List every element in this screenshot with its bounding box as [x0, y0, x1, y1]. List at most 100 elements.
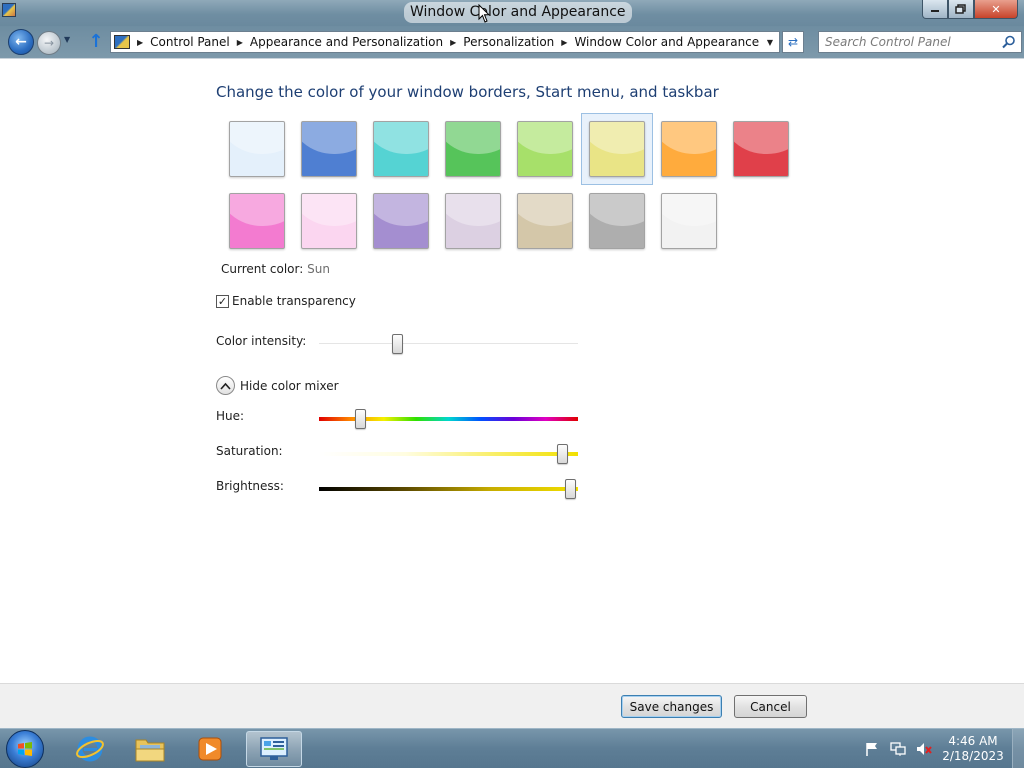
taskbar: 4:46 AM 2/18/2023 [0, 728, 1024, 768]
color-swatch[interactable] [293, 185, 365, 257]
brightness-label: Brightness: [216, 479, 284, 493]
color-intensity-track[interactable] [319, 343, 578, 344]
chevron-right-icon[interactable]: ▶ [561, 38, 567, 47]
hide-color-mixer-link[interactable]: Hide color mixer [240, 379, 339, 393]
color-swatch[interactable] [653, 185, 725, 257]
taskbar-internet-explorer[interactable] [62, 731, 118, 767]
hue-slider[interactable] [355, 409, 367, 429]
color-swatch[interactable] [725, 113, 797, 185]
clock-date: 2/18/2023 [942, 749, 1004, 763]
start-button[interactable] [6, 730, 44, 768]
enable-transparency-checkbox[interactable]: ✓ [216, 295, 229, 308]
volume-muted-icon[interactable] [916, 741, 932, 757]
refresh-button[interactable]: ⇄ [782, 31, 804, 53]
saturation-label: Saturation: [216, 444, 283, 458]
color-swatch[interactable] [581, 113, 653, 185]
back-arrow-icon: ← [15, 34, 27, 50]
color-swatch[interactable] [653, 113, 725, 185]
system-tray [864, 741, 932, 757]
back-button[interactable]: ← [8, 29, 34, 55]
brightness-track[interactable] [319, 487, 578, 491]
chevron-down-icon: ▼ [64, 35, 71, 44]
save-changes-button[interactable]: Save changes [621, 695, 722, 718]
breadcrumb-window-color[interactable]: Window Color and Appearance [574, 35, 759, 49]
forward-arrow-icon: → [43, 36, 55, 50]
color-intensity-slider[interactable] [391, 334, 403, 354]
folder-icon [135, 739, 165, 762]
mouse-cursor-icon [478, 4, 490, 23]
brightness-slider[interactable] [565, 479, 577, 499]
media-player-icon [198, 737, 222, 761]
taskbar-control-panel[interactable] [246, 731, 302, 767]
color-intensity-label: Color intensity: [216, 334, 307, 348]
search-box[interactable] [818, 31, 1022, 53]
control-panel-icon [114, 35, 130, 49]
up-level-button[interactable]: ↑ [86, 31, 106, 53]
breadcrumb-appearance-personalization[interactable]: Appearance and Personalization [250, 35, 443, 49]
chevron-right-icon[interactable]: ▶ [137, 38, 143, 47]
taskbar-media-player[interactable] [182, 731, 238, 767]
chevron-up-icon [220, 382, 231, 390]
window-controls: ✕ [922, 0, 1018, 20]
color-swatch[interactable] [437, 113, 509, 185]
show-desktop-button[interactable] [1012, 729, 1024, 768]
search-icon[interactable] [1002, 35, 1016, 49]
control-panel-icon [260, 737, 288, 760]
forward-button[interactable]: → [37, 31, 61, 55]
color-swatch[interactable] [509, 113, 581, 185]
main-content: Change the color of your window borders,… [0, 58, 1024, 683]
close-button[interactable]: ✕ [974, 0, 1018, 19]
color-swatch[interactable] [365, 113, 437, 185]
window-title: Window Color and Appearance [404, 2, 632, 23]
hue-label: Hue: [216, 409, 245, 423]
minimize-icon [931, 10, 939, 12]
chevron-right-icon[interactable]: ▶ [237, 38, 243, 47]
color-swatch-fill [589, 193, 645, 249]
chevron-right-icon[interactable]: ▶ [450, 38, 456, 47]
color-swatch[interactable] [509, 185, 581, 257]
enable-transparency-label[interactable]: Enable transparency [232, 294, 356, 308]
action-center-flag-icon[interactable] [864, 741, 880, 757]
clock-time: 4:46 AM [948, 734, 998, 748]
windows-logo-icon [18, 742, 32, 756]
color-swatch-fill [373, 193, 429, 249]
network-icon[interactable] [890, 741, 906, 757]
current-color: Current color: Sun [221, 262, 330, 276]
color-swatch[interactable] [365, 185, 437, 257]
taskbar-file-explorer[interactable] [122, 731, 178, 767]
address-history-dropdown[interactable]: ▼ [763, 34, 777, 50]
color-swatch-fill [301, 193, 357, 249]
up-arrow-icon: ↑ [88, 31, 104, 52]
recent-pages-dropdown[interactable]: ▼ [64, 35, 70, 44]
saturation-slider[interactable] [557, 444, 569, 464]
color-swatch-fill [733, 121, 789, 177]
chevron-down-icon: ▼ [766, 37, 774, 47]
color-swatch[interactable] [293, 113, 365, 185]
minimize-button[interactable] [922, 0, 948, 19]
address-bar[interactable]: ▶ Control Panel ▶ Appearance and Persona… [110, 31, 780, 53]
color-swatch[interactable] [221, 185, 293, 257]
refresh-icon: ⇄ [787, 35, 799, 49]
current-color-label: Current color: [221, 262, 304, 276]
restore-button[interactable] [948, 0, 974, 19]
color-swatch[interactable] [437, 185, 509, 257]
color-swatch[interactable] [221, 113, 293, 185]
color-swatch-fill [517, 193, 573, 249]
navigation-bar: ← → ▼ ↑ ▶ Control Panel ▶ Appearance and… [0, 26, 1024, 58]
color-swatch-fill [229, 193, 285, 249]
cancel-button[interactable]: Cancel [734, 695, 807, 718]
color-swatch-fill [445, 121, 501, 177]
breadcrumb-control-panel[interactable]: Control Panel [150, 35, 230, 49]
search-input[interactable] [819, 32, 999, 52]
dialog-footer: Save changes Cancel [0, 683, 1024, 728]
control-panel-icon[interactable] [2, 3, 16, 17]
color-mixer-toggle-button[interactable] [216, 376, 235, 395]
internet-explorer-icon [76, 736, 104, 762]
saturation-track[interactable] [319, 452, 578, 456]
color-swatch-fill [301, 121, 357, 177]
breadcrumb-personalization[interactable]: Personalization [463, 35, 554, 49]
color-swatch-fill [517, 121, 573, 177]
title-bar[interactable]: Window Color and Appearance ✕ [0, 0, 1024, 26]
color-swatch[interactable] [581, 185, 653, 257]
taskbar-clock[interactable]: 4:46 AM 2/18/2023 [940, 734, 1006, 764]
